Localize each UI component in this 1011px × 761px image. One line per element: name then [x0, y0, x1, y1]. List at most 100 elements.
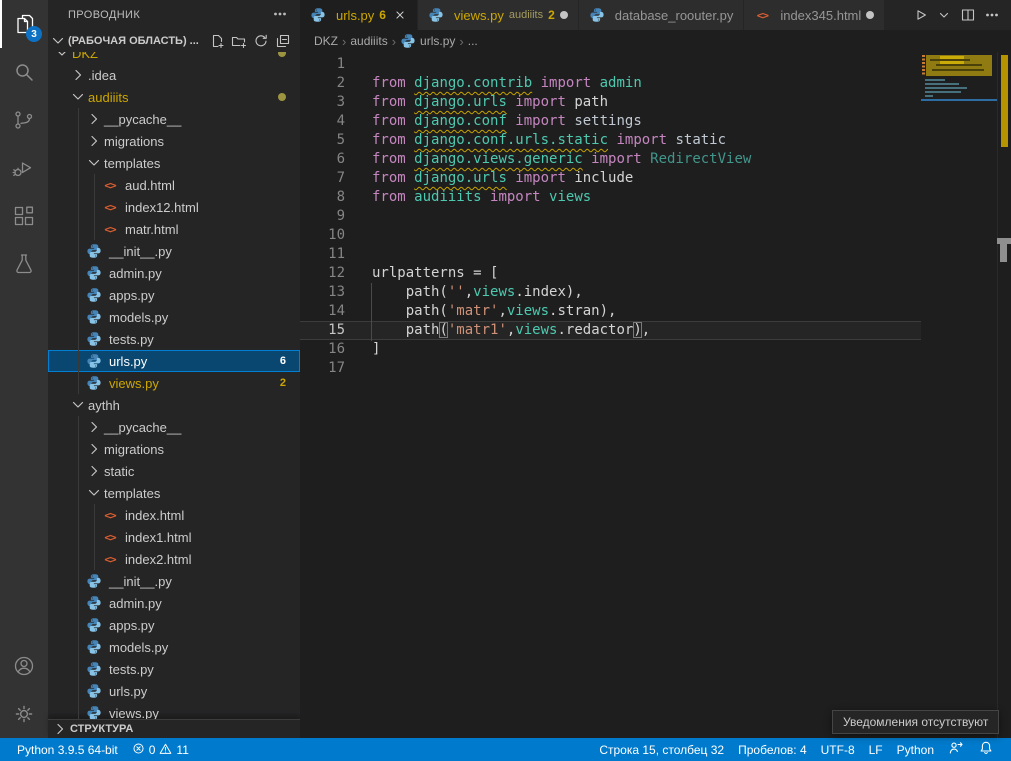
tree-item-matr.html[interactable]: <>matr.html — [48, 218, 300, 240]
tree-item-templates[interactable]: templates — [48, 152, 300, 174]
code-line-3[interactable]: 3from django.urls import path — [300, 93, 921, 112]
token: django.views.generic — [414, 151, 583, 167]
code-line-2[interactable]: 2from django.contrib import admin — [300, 74, 921, 93]
tree-item-.idea[interactable]: .idea — [48, 64, 300, 86]
collapse-all-icon[interactable] — [273, 32, 292, 51]
status-notifications[interactable] — [971, 738, 1001, 761]
status-encoding[interactable]: UTF-8 — [814, 738, 862, 761]
code-line-13[interactable]: 13 path('',views.index), — [300, 283, 921, 302]
workspace-section-header[interactable]: (РАБОЧАЯ ОБЛАСТЬ) ... — [48, 30, 300, 52]
code-line-10[interactable]: 10 — [300, 226, 921, 245]
chevron-down-icon[interactable] — [933, 4, 955, 26]
code-line-1[interactable]: 1 — [300, 55, 921, 74]
close-icon[interactable] — [393, 8, 407, 22]
code-line-9[interactable]: 9 — [300, 207, 921, 226]
tree-item-urls.py[interactable]: urls.py — [48, 680, 300, 702]
breadcrumb-item-...[interactable]: ... — [468, 34, 478, 48]
tree-item-admin.py[interactable]: admin.py — [48, 592, 300, 614]
line-number: 8 — [300, 188, 345, 207]
tree-item-index2.html[interactable]: <>index2.html — [48, 548, 300, 570]
tab-index345.html[interactable]: <>index345.html — [744, 0, 885, 30]
code-line-5[interactable]: 5from django.conf.urls.static import sta… — [300, 131, 921, 150]
status-feedback[interactable] — [941, 738, 971, 761]
tree-item-models.py[interactable]: models.py — [48, 636, 300, 658]
tree-item-migrations[interactable]: migrations — [48, 438, 300, 460]
overview-ruler[interactable] — [997, 52, 1011, 738]
breadcrumb-item-audiiits[interactable]: audiiits — [350, 34, 387, 48]
tree-item-tests.py[interactable]: tests.py — [48, 328, 300, 350]
breadcrumb-item-DKZ[interactable]: DKZ — [314, 34, 338, 48]
activitybar-extensions-icon[interactable] — [0, 192, 48, 240]
tree-item-index.html[interactable]: <>index.html — [48, 504, 300, 526]
html-file-icon: <> — [102, 177, 118, 193]
tree-item-__init__.py[interactable]: __init__.py — [48, 240, 300, 262]
tree-item-templates[interactable]: templates — [48, 482, 300, 504]
tree-item-index1.html[interactable]: <>index1.html — [48, 526, 300, 548]
tree-item-apps.py[interactable]: apps.py — [48, 284, 300, 306]
code-line-17[interactable]: 17 — [300, 359, 921, 378]
tree-item-__pycache__[interactable]: __pycache__ — [48, 108, 300, 130]
code-line-7[interactable]: 7from django.urls import include — [300, 169, 921, 188]
minimap[interactable] — [921, 52, 997, 738]
code-lines[interactable]: 12from django.contrib import admin3from … — [300, 55, 921, 378]
status-language[interactable]: Python — [890, 738, 941, 761]
problems-badge: 6 — [280, 355, 286, 367]
tree-item-views.py[interactable]: views.py — [48, 702, 300, 719]
line-number: 15 — [300, 321, 345, 340]
modified-dot-icon[interactable] — [866, 11, 874, 19]
breadcrumb[interactable]: DKZ›audiiits›urls.py›... — [300, 30, 1011, 52]
activitybar-search-icon[interactable] — [0, 48, 48, 96]
tab-database_roouter.py[interactable]: database_roouter.py — [579, 0, 745, 30]
code-line-14[interactable]: 14 path('matr',views.stran), — [300, 302, 921, 321]
activitybar-settings-icon[interactable] — [0, 690, 48, 738]
tree-item-__pycache__[interactable]: __pycache__ — [48, 416, 300, 438]
more-icon[interactable] — [981, 4, 1003, 26]
code-line-15[interactable]: 15 path('matr1',views.redactor), — [300, 321, 921, 340]
token: path — [574, 94, 608, 110]
activitybar-account-icon[interactable] — [0, 642, 48, 690]
tree-item-__init__.py[interactable]: __init__.py — [48, 570, 300, 592]
code-line-4[interactable]: 4from django.conf import settings — [300, 112, 921, 131]
tree-item-aythh[interactable]: aythh — [48, 394, 300, 416]
tree-item-admin.py[interactable]: admin.py — [48, 262, 300, 284]
activitybar-source-control-icon[interactable] — [0, 96, 48, 144]
tree-item-audiiits[interactable]: audiiits — [48, 86, 300, 108]
code-line-8[interactable]: 8from audiiits import views — [300, 188, 921, 207]
code-editor[interactable]: 12from django.contrib import admin3from … — [300, 52, 1011, 738]
more-actions-icon[interactable] — [272, 6, 288, 25]
refresh-icon[interactable] — [251, 32, 270, 51]
tree-item-migrations[interactable]: migrations — [48, 130, 300, 152]
activitybar-run-debug-icon[interactable] — [0, 144, 48, 192]
tree-item-models.py[interactable]: models.py — [48, 306, 300, 328]
status-eol[interactable]: LF — [862, 738, 890, 761]
tree-item-tests.py[interactable]: tests.py — [48, 658, 300, 680]
tree-item-urls.py[interactable]: urls.py6 — [48, 350, 300, 372]
run-icon[interactable] — [909, 4, 931, 26]
new-folder-icon[interactable] — [229, 32, 248, 51]
activitybar-testing-icon[interactable] — [0, 240, 48, 288]
tree-item-index12.html[interactable]: <>index12.html — [48, 196, 300, 218]
new-file-icon[interactable] — [207, 32, 226, 51]
chevron-right-icon: › — [342, 34, 346, 49]
tree-item-static[interactable]: static — [48, 460, 300, 482]
status-indentation[interactable]: Пробелов: 4 — [731, 738, 814, 761]
status-python-version[interactable]: Python 3.9.5 64-bit — [10, 738, 125, 761]
tree-item-apps.py[interactable]: apps.py — [48, 614, 300, 636]
tab-views.py[interactable]: views.pyaudiiits2 — [418, 0, 579, 30]
code-line-16[interactable]: 16] — [300, 340, 921, 359]
code-line-12[interactable]: 12urlpatterns = [ — [300, 264, 921, 283]
code-line-6[interactable]: 6from django.views.generic import Redire… — [300, 150, 921, 169]
modified-dot-icon[interactable] — [560, 11, 568, 19]
outline-section-header[interactable]: СТРУКТУРА — [48, 719, 300, 738]
tab-urls.py[interactable]: urls.py6 — [300, 0, 418, 30]
tree-item-DKZ[interactable]: DKZ — [48, 52, 300, 64]
split-editor-icon[interactable] — [957, 4, 979, 26]
status-cursor-position[interactable]: Строка 15, столбец 32 — [592, 738, 731, 761]
tree-item-aud.html[interactable]: <>aud.html — [48, 174, 300, 196]
status-problems[interactable]: 011 — [125, 738, 196, 761]
token: settings — [574, 113, 641, 129]
activitybar-explorer-icon[interactable]: 3 — [0, 0, 48, 48]
code-line-11[interactable]: 11 — [300, 245, 921, 264]
breadcrumb-item-urls.py[interactable]: urls.py — [400, 33, 455, 49]
tree-item-views.py[interactable]: views.py2 — [48, 372, 300, 394]
